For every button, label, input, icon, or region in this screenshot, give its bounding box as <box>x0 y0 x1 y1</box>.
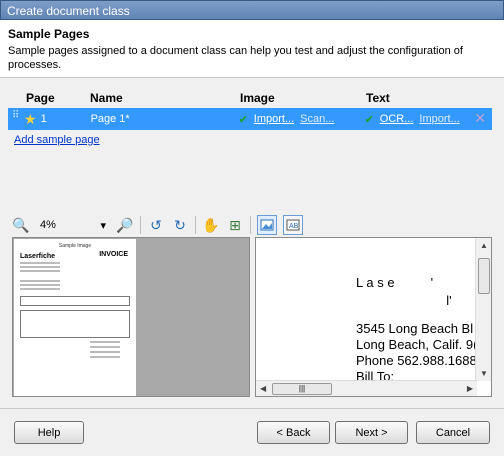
toolbar-separator <box>195 216 196 234</box>
help-button[interactable]: Help <box>14 421 84 444</box>
toolbar-separator <box>250 216 251 234</box>
doc-billto-lines <box>20 280 130 290</box>
row-text-cell: ✔ OCR... Import... <box>359 113 492 126</box>
chevron-down-icon: ▾ <box>100 219 106 232</box>
scroll-left-icon[interactable]: ◀ <box>260 384 266 393</box>
scroll-right-icon[interactable]: ▶ <box>467 384 473 393</box>
doc-table-body <box>20 310 130 338</box>
horizontal-scrollbar[interactable]: ◀ ||| ▶ <box>256 380 477 396</box>
zoom-in-icon[interactable]: 🔍 <box>12 216 30 234</box>
text-import-link[interactable]: Import... <box>419 113 459 126</box>
remove-row-icon[interactable]: ✕ <box>474 110 486 127</box>
page-title: Sample Pages <box>8 27 90 41</box>
doc-totals <box>20 341 130 358</box>
ocr-line: Phone 562.988.1688 <box>356 353 477 368</box>
svg-text:AB: AB <box>289 223 299 230</box>
table-row[interactable]: ⠿ ★ 1 Page 1* ✔ Import... Scan... ✔ OCR.… <box>8 108 492 130</box>
footer-divider <box>0 408 504 409</box>
zoom-select[interactable]: 4% ▾ <box>36 216 110 234</box>
ocr-line: 3545 Long Beach Bl <box>356 321 474 336</box>
image-import-link[interactable]: Import... <box>254 113 294 126</box>
toolbar-separator <box>140 216 141 234</box>
column-page[interactable]: Page <box>8 91 80 105</box>
image-scan-link[interactable]: Scan... <box>300 113 334 126</box>
zoom-value: 4% <box>40 219 56 231</box>
add-sample-page-link[interactable]: Add sample page <box>14 134 100 146</box>
page-description: Sample pages assigned to a document clas… <box>8 45 463 71</box>
scroll-down-icon[interactable]: ▼ <box>480 369 488 378</box>
image-check-icon: ✔ <box>238 113 248 126</box>
window-title: Create document class <box>0 0 504 20</box>
text-preview-pane[interactable]: L a s e ' l' 3545 Long Beach Bl Long Beach… <box>255 237 492 397</box>
image-preview-pane[interactable]: Sample Image Laserfiche INVOICE <box>12 237 250 397</box>
text-ocr-link[interactable]: OCR... <box>380 113 414 126</box>
row-image-cell: ✔ Import... Scan... <box>233 113 359 126</box>
ocr-text: L a s e ' l' 3545 Long Beach Bl Long Beach… <box>356 275 477 385</box>
show-image-toggle-icon[interactable] <box>257 215 277 235</box>
ocr-line: l' <box>356 293 452 308</box>
grid-header: Page Name Image Text <box>8 88 492 108</box>
next-button[interactable]: Next > <box>335 421 408 444</box>
doc-invoice-heading: INVOICE <box>99 251 128 258</box>
doc-address-lines <box>20 262 130 272</box>
doc-table-header <box>20 296 130 306</box>
ocr-line: Long Beach, Calif. 9( <box>356 337 478 352</box>
back-button[interactable]: < Back <box>257 421 330 444</box>
pan-hand-icon[interactable]: ✋ <box>202 216 220 234</box>
star-icon[interactable]: ★ <box>24 111 37 128</box>
vertical-scrollbar[interactable]: ▲ ▼ <box>475 238 491 381</box>
horizontal-scroll-thumb[interactable]: ||| <box>272 383 332 395</box>
row-page-name[interactable]: Page 1* <box>81 113 233 125</box>
sample-pages-grid: Page Name Image Text ⠿ ★ 1 Page 1* ✔ Imp… <box>8 88 492 130</box>
fit-page-icon[interactable]: ⊞ <box>226 216 244 234</box>
drag-handle-icon[interactable]: ⠿ <box>12 111 20 125</box>
rotate-left-icon[interactable]: ↺ <box>147 216 165 234</box>
vertical-scroll-thumb[interactable] <box>478 258 490 294</box>
sample-image-thumbnail: Sample Image Laserfiche INVOICE <box>14 239 136 396</box>
cancel-button[interactable]: Cancel <box>416 421 490 444</box>
scroll-up-icon[interactable]: ▲ <box>480 241 488 250</box>
ocr-line: L a s e ' <box>356 275 434 290</box>
column-name[interactable]: Name <box>80 91 232 105</box>
show-text-toggle-icon[interactable]: AB <box>283 215 303 235</box>
doc-title: Sample Image <box>58 243 92 249</box>
zoom-out-icon[interactable]: 🔎 <box>116 216 134 234</box>
text-check-icon: ✔ <box>364 113 374 126</box>
preview-toolbar: 🔍 4% ▾ 🔎 ↺ ↻ ✋ ⊞ AB <box>12 214 492 236</box>
column-image[interactable]: Image <box>232 91 358 105</box>
row-page-number: 1 <box>40 113 47 125</box>
page-header: Sample Pages Sample pages assigned to a … <box>0 20 504 78</box>
rotate-right-icon[interactable]: ↻ <box>171 216 189 234</box>
column-text[interactable]: Text <box>358 91 492 105</box>
